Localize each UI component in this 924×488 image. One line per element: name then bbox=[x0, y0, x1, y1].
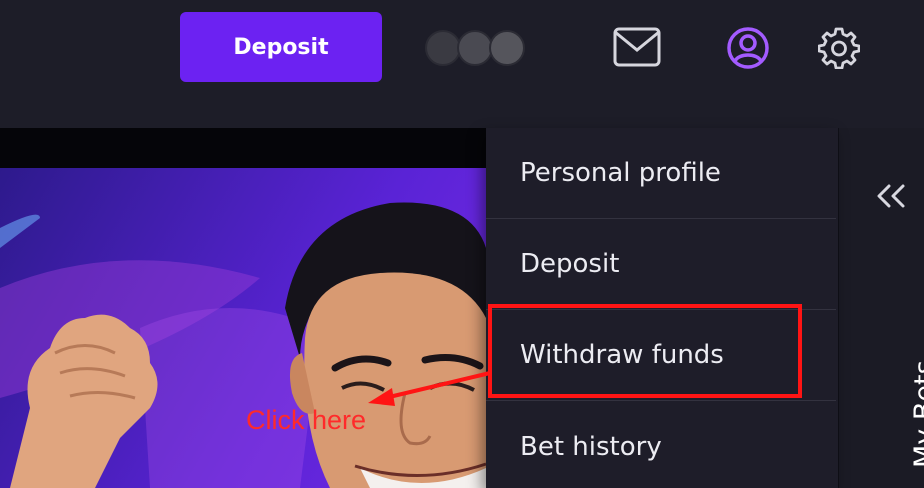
annotation-arrow bbox=[368, 371, 491, 406]
annotation-label: Click here bbox=[246, 405, 367, 435]
page: Deposit My Bets Personal profile Deposit… bbox=[0, 0, 924, 488]
